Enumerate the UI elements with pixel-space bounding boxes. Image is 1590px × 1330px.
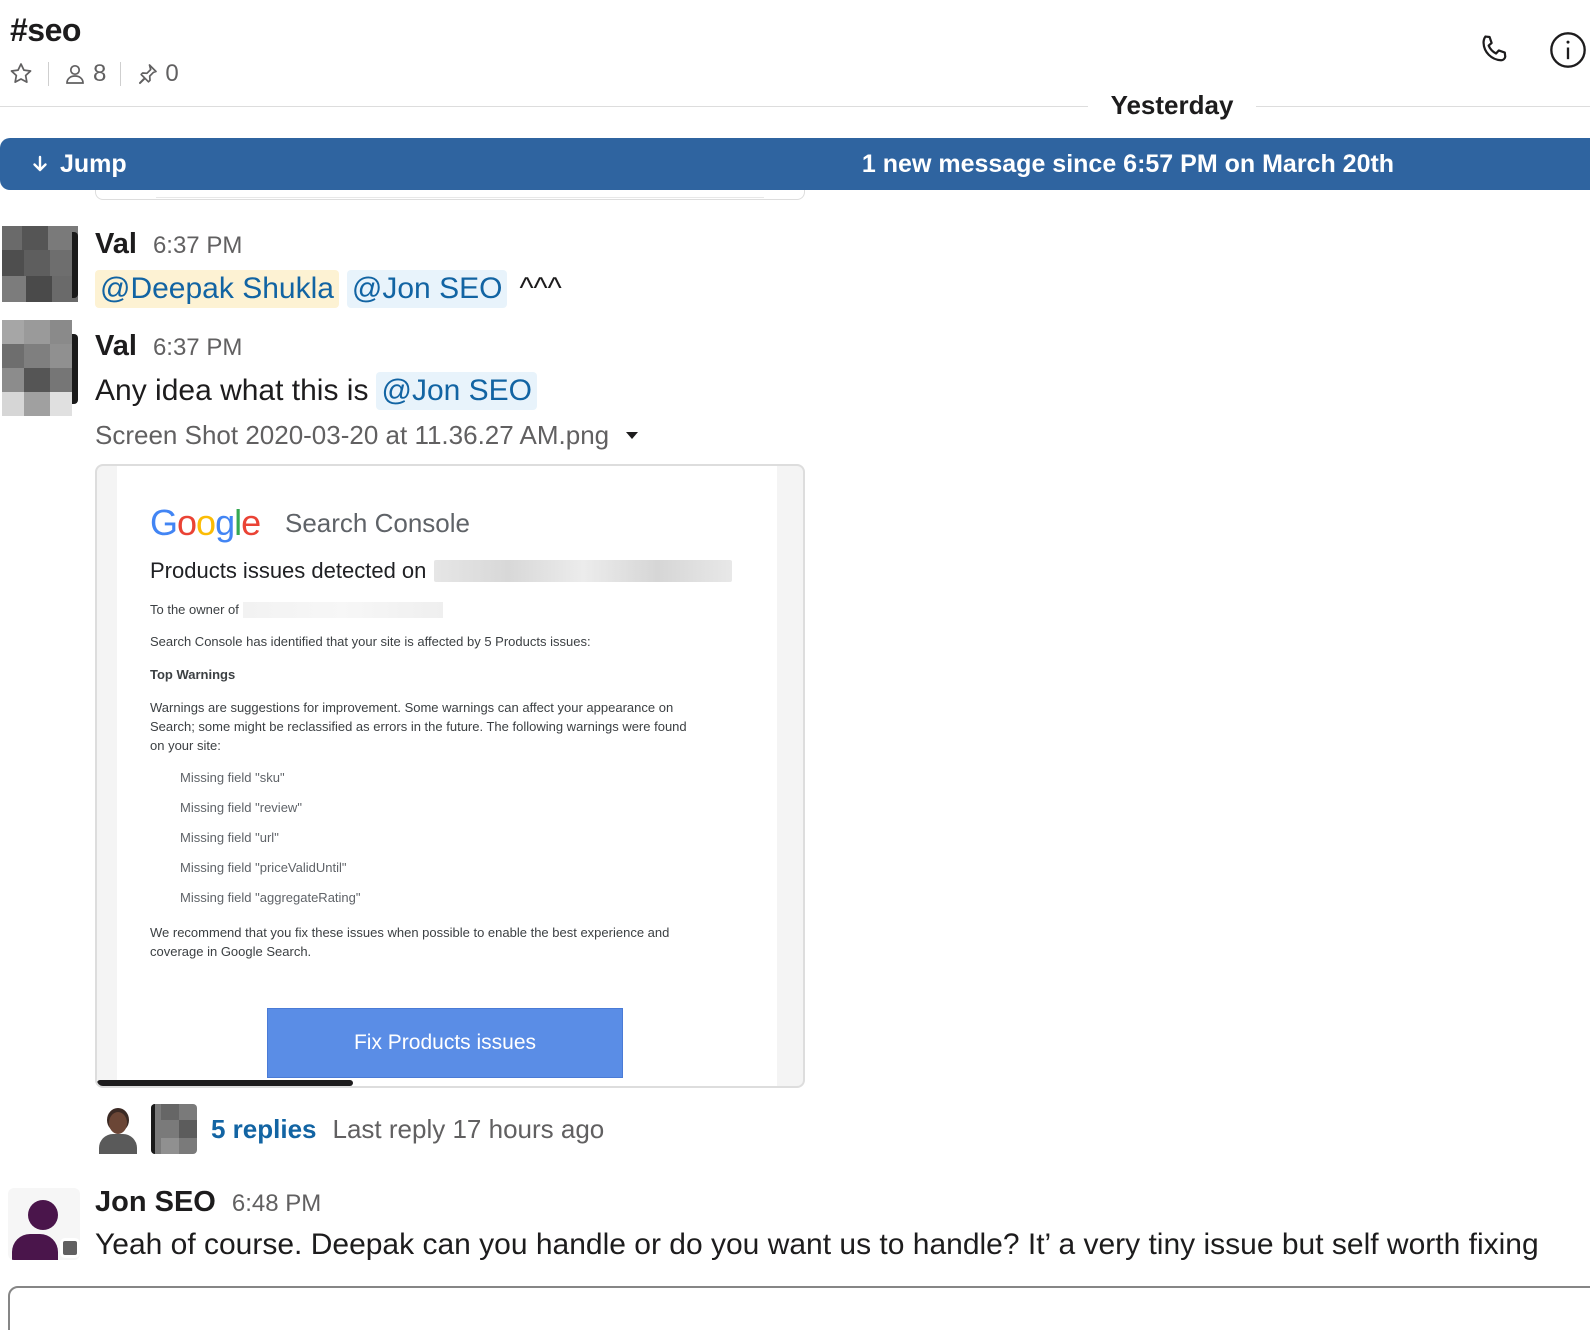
message-header: Val 6:37 PM [95,228,242,261]
owner-line: To the owner of [150,600,740,619]
day-divider-line [1256,106,1590,107]
message-text: @Deepak Shukla @Jon SEO ^^^ [95,270,562,308]
avatar[interactable] [2,320,78,416]
issue-item: Missing field "priceValidUntil" [180,860,347,875]
message-composer[interactable] [8,1286,1590,1330]
redacted-domain [434,560,733,582]
timestamp[interactable]: 6:37 PM [153,232,242,260]
meta-separator [48,62,49,86]
message-body: Any idea what this is [95,374,369,407]
member-count-button[interactable]: 8 [63,60,106,88]
channel-header: #seo 8 0 [0,0,1590,108]
caret-down-icon[interactable] [625,431,639,441]
warnings-heading: Top Warnings [150,667,236,682]
pinned-count: 0 [165,60,179,87]
issue-item: Missing field "review" [180,800,302,815]
presence-indicator [60,1238,80,1258]
star-icon[interactable] [8,61,34,87]
avatar [95,1104,141,1154]
message-header: Val 6:37 PM [95,330,242,363]
warning-description-line: Warnings are suggestions for improvement… [150,700,674,715]
info-icon [1550,32,1586,68]
issue-item: Missing field "url" [180,830,279,845]
phone-icon [1482,35,1507,62]
meta-separator [120,62,122,86]
screenshot-preview: Google Search Console Products issues de… [117,466,777,1086]
avatar[interactable] [2,226,78,302]
timestamp[interactable]: 6:48 PM [232,1190,321,1218]
message-suffix: ^^^ [519,272,562,305]
recommendation-line: coverage in Google Search. [150,944,312,959]
last-reply-text: Last reply 17 hours ago [332,1113,605,1144]
call-button[interactable] [1472,28,1516,72]
person-icon [66,64,84,84]
replies-link[interactable]: 5 replies [211,1114,317,1145]
user-mention[interactable]: @Jon SEO [346,270,508,308]
recommendation-line: We recommend that you fix these issues w… [150,925,670,940]
redacted-site [242,601,443,618]
author-name[interactable]: Jon SEO [95,1186,216,1219]
message-header: Jon SEO 6:48 PM [95,1186,321,1219]
pin-icon [139,64,158,85]
author-name[interactable]: Val [95,330,137,363]
product-name: Search Console [285,508,470,538]
message-text: Yeah of course. Deepak can you handle or… [95,1228,1539,1262]
day-divider-label[interactable]: Yesterday [1088,90,1256,121]
file-name: Screen Shot 2020-03-20 at 11.36.27 AM.pn… [95,420,610,450]
file-title[interactable]: Screen Shot 2020-03-20 at 11.36.27 AM.pn… [95,420,639,451]
previous-attachment-edge [95,190,805,200]
header-actions [1472,28,1590,72]
new-messages-banner[interactable]: Jump 1 new message since 6:57 PM on Marc… [0,138,1590,190]
message: Jon SEO 6:48 PM Yeah of course. Deepak c… [0,1186,1590,1276]
google-logo: Google [150,502,261,543]
channel-name[interactable]: #seo [10,12,81,49]
horizontal-scrollbar[interactable] [97,1080,353,1086]
message-body: Yeah of course. Deepak can you handle or… [95,1228,1539,1261]
user-mention[interactable]: @Deepak Shukla [95,270,339,308]
warning-description-line: on your site: [150,738,221,753]
image-attachment[interactable]: Google Search Console Products issues de… [95,464,805,1088]
timestamp[interactable]: 6:37 PM [153,334,242,362]
day-divider-line [0,106,1088,107]
pinned-count-button[interactable]: 0 [135,60,179,88]
channel-details-button[interactable] [1546,28,1590,72]
issue-item: Missing field "aggregateRating" [180,890,361,905]
email-title: Products issues detected on [150,558,733,584]
message: Val 6:37 PM @Deepak Shukla @Jon SEO ^^^ [0,226,1590,316]
warning-description-line: Search; some might be reclassified as er… [150,719,687,734]
user-mention[interactable]: @Jon SEO [376,372,537,410]
avatar [151,1104,197,1154]
thread-summary[interactable]: 5 replies Last reply 17 hours ago [95,1104,604,1154]
member-count: 8 [93,60,107,87]
new-message-text: 1 new message since 6:57 PM on March 20t… [861,149,1395,178]
fix-products-issues-button: Fix Products issues [267,1008,623,1078]
summary-text: Search Console has identified that your … [150,634,591,649]
author-name[interactable]: Val [95,228,137,261]
issue-item: Missing field "sku" [180,770,285,785]
channel-meta: 8 0 [8,58,179,90]
message-text: Any idea what this is @Jon SEO [95,372,537,410]
